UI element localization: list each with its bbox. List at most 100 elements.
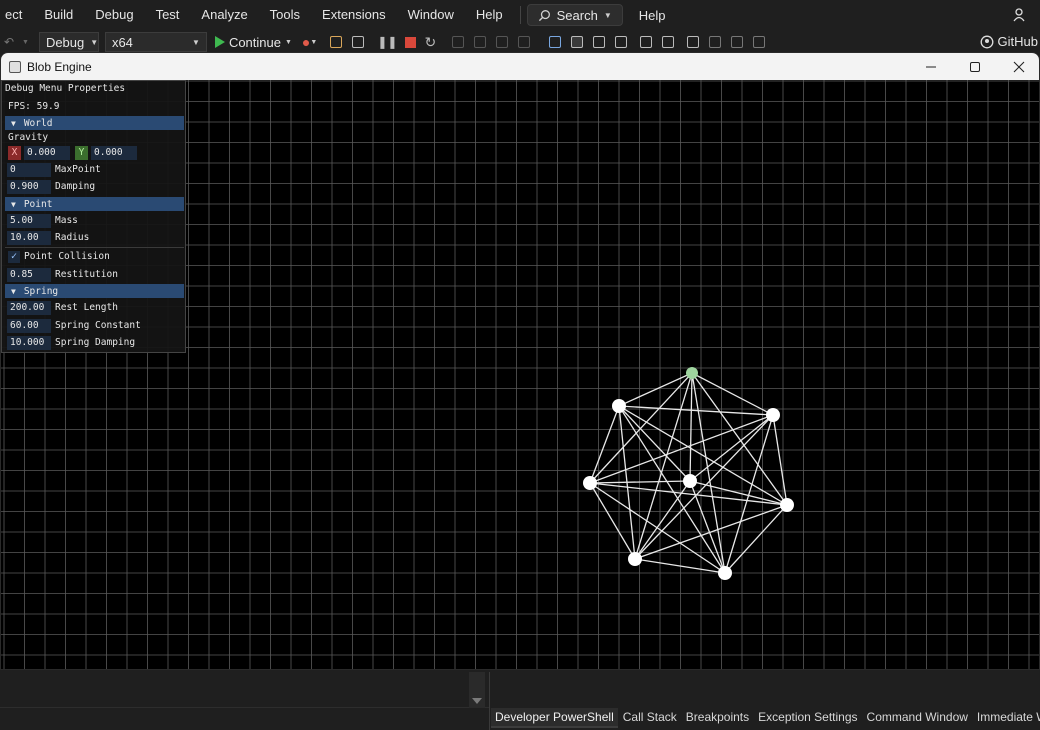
next-bookmark-icon[interactable] xyxy=(731,36,744,48)
menu-item-debug[interactable]: Debug xyxy=(84,0,144,30)
menu-item-window[interactable]: Window xyxy=(397,0,465,30)
point[interactable] xyxy=(718,566,732,580)
tab-breakpoints[interactable]: Breakpoints xyxy=(682,708,753,728)
spring xyxy=(618,372,693,407)
close-button[interactable] xyxy=(997,53,1039,80)
align-left-icon[interactable] xyxy=(593,36,606,48)
point-header-label: Point xyxy=(23,198,53,210)
gravity-y-field[interactable]: 0.000 xyxy=(91,146,137,160)
chevron-down-icon: ▼ xyxy=(22,38,29,46)
collapse-triangle-icon: ▼ xyxy=(11,286,16,296)
stack-frame-icon[interactable] xyxy=(571,36,584,48)
config-dropdown[interactable]: Debug ▼ xyxy=(38,32,99,52)
step-into-icon[interactable] xyxy=(474,36,487,48)
menu-item-extensions[interactable]: Extensions xyxy=(311,0,397,30)
save-layout-icon[interactable] xyxy=(352,36,365,48)
max-point-label: MaxPoint xyxy=(55,164,101,175)
minimize-button[interactable] xyxy=(909,53,953,80)
continue-label: Continue xyxy=(228,34,281,50)
menu-item-build[interactable]: Build xyxy=(33,0,84,30)
search-button[interactable]: Search ▼ xyxy=(526,4,623,26)
menu-item-project[interactable]: ect xyxy=(0,0,33,30)
platform-dropdown[interactable]: x64 ▼ xyxy=(104,32,207,52)
scroll-down-icon[interactable] xyxy=(472,698,482,704)
chevron-down-icon: ▼ xyxy=(90,37,99,47)
menu-item-tools[interactable]: Tools xyxy=(259,0,311,30)
search-label: Search xyxy=(556,7,598,23)
spring xyxy=(589,480,691,484)
bookmark-icon[interactable] xyxy=(687,36,700,48)
restart-icon[interactable]: ↻ xyxy=(424,34,436,51)
thread-icon[interactable] xyxy=(549,36,562,48)
menu-item-help[interactable]: Help xyxy=(465,0,514,30)
spring-damping-field[interactable]: 10.000 xyxy=(7,336,51,350)
pause-icon[interactable]: ❚❚ xyxy=(377,35,397,49)
diagnostic-icon[interactable] xyxy=(330,36,343,48)
tool-window-tabs: Developer PowerShell Call Stack Breakpoi… xyxy=(491,708,1040,728)
prev-bookmark-icon[interactable] xyxy=(709,36,722,48)
step-over-icon[interactable] xyxy=(452,36,465,48)
mass-label: Mass xyxy=(55,215,78,226)
continue-button[interactable]: Continue ▼ xyxy=(214,34,292,50)
menu-separator xyxy=(519,6,521,24)
platform-value: x64 xyxy=(111,34,133,50)
debug-panel[interactable]: Debug Menu Properties FPS: 59.9 ▼ World … xyxy=(1,80,186,353)
gravity-y-axis: Y xyxy=(75,146,88,160)
point[interactable] xyxy=(628,552,642,566)
damping-field[interactable]: 0.900 xyxy=(7,180,51,194)
chevron-down-icon: ▼ xyxy=(310,38,318,46)
pane-divider[interactable] xyxy=(489,672,490,730)
rest-length-field[interactable]: 200.00 xyxy=(7,301,51,315)
spring-section-header[interactable]: ▼ Spring xyxy=(5,284,184,298)
tab-exception-settings[interactable]: Exception Settings xyxy=(754,708,861,728)
outdent-icon[interactable] xyxy=(662,36,675,48)
tab-developer-powershell[interactable]: Developer PowerShell xyxy=(491,708,618,728)
mass-field[interactable]: 5.00 xyxy=(7,214,51,228)
tab-command-window[interactable]: Command Window xyxy=(863,708,972,728)
indent-icon[interactable] xyxy=(640,36,653,48)
maximize-button[interactable] xyxy=(953,53,997,80)
point[interactable] xyxy=(683,474,697,488)
radius-field[interactable]: 10.00 xyxy=(7,231,51,245)
restitution-field[interactable]: 0.85 xyxy=(7,268,51,282)
selected-point[interactable] xyxy=(686,367,698,379)
spring xyxy=(618,405,774,416)
output-scrollbar[interactable] xyxy=(469,672,485,708)
tab-immediate-window[interactable]: Immediate Window xyxy=(973,708,1040,728)
point[interactable] xyxy=(780,498,794,512)
gravity-label: Gravity xyxy=(8,132,49,143)
github-icon xyxy=(980,35,993,48)
point-section-header[interactable]: ▼ Point xyxy=(5,197,184,211)
undo-icon[interactable]: ↶ xyxy=(4,35,18,49)
hot-reload-icon[interactable]: ● xyxy=(302,34,310,50)
step-out-icon[interactable] xyxy=(496,36,509,48)
spring xyxy=(618,405,691,482)
point[interactable] xyxy=(583,476,597,490)
spring-header-label: Spring xyxy=(23,285,59,297)
spring-damping-label: Spring Damping xyxy=(55,337,136,348)
align-center-icon[interactable] xyxy=(615,36,628,48)
max-point-field[interactable]: 0 xyxy=(7,163,51,177)
spring xyxy=(691,372,726,574)
point-collision-checkbox[interactable]: ✓ xyxy=(8,251,20,263)
spring-constant-field[interactable]: 60.00 xyxy=(7,319,51,333)
rest-length-label: Rest Length xyxy=(55,302,118,313)
clear-bookmarks-icon[interactable] xyxy=(753,36,766,48)
help-link[interactable]: Help xyxy=(639,8,666,23)
github-button[interactable]: GitHub xyxy=(980,34,1038,49)
gravity-x-field[interactable]: 0.000 xyxy=(24,146,70,160)
restitution-label: Restitution xyxy=(55,269,118,280)
tab-call-stack[interactable]: Call Stack xyxy=(619,708,681,728)
account-icon[interactable] xyxy=(1012,7,1028,23)
divider xyxy=(5,247,184,248)
spring xyxy=(589,405,620,484)
menu-item-analyze[interactable]: Analyze xyxy=(190,0,258,30)
point[interactable] xyxy=(766,408,780,422)
show-next-icon[interactable] xyxy=(518,36,531,48)
spring xyxy=(724,414,774,574)
menu-item-test[interactable]: Test xyxy=(145,0,191,30)
stop-icon[interactable] xyxy=(405,36,417,48)
gravity-x-axis: X xyxy=(8,146,21,160)
point[interactable] xyxy=(612,399,626,413)
world-section-header[interactable]: ▼ World xyxy=(5,116,184,130)
